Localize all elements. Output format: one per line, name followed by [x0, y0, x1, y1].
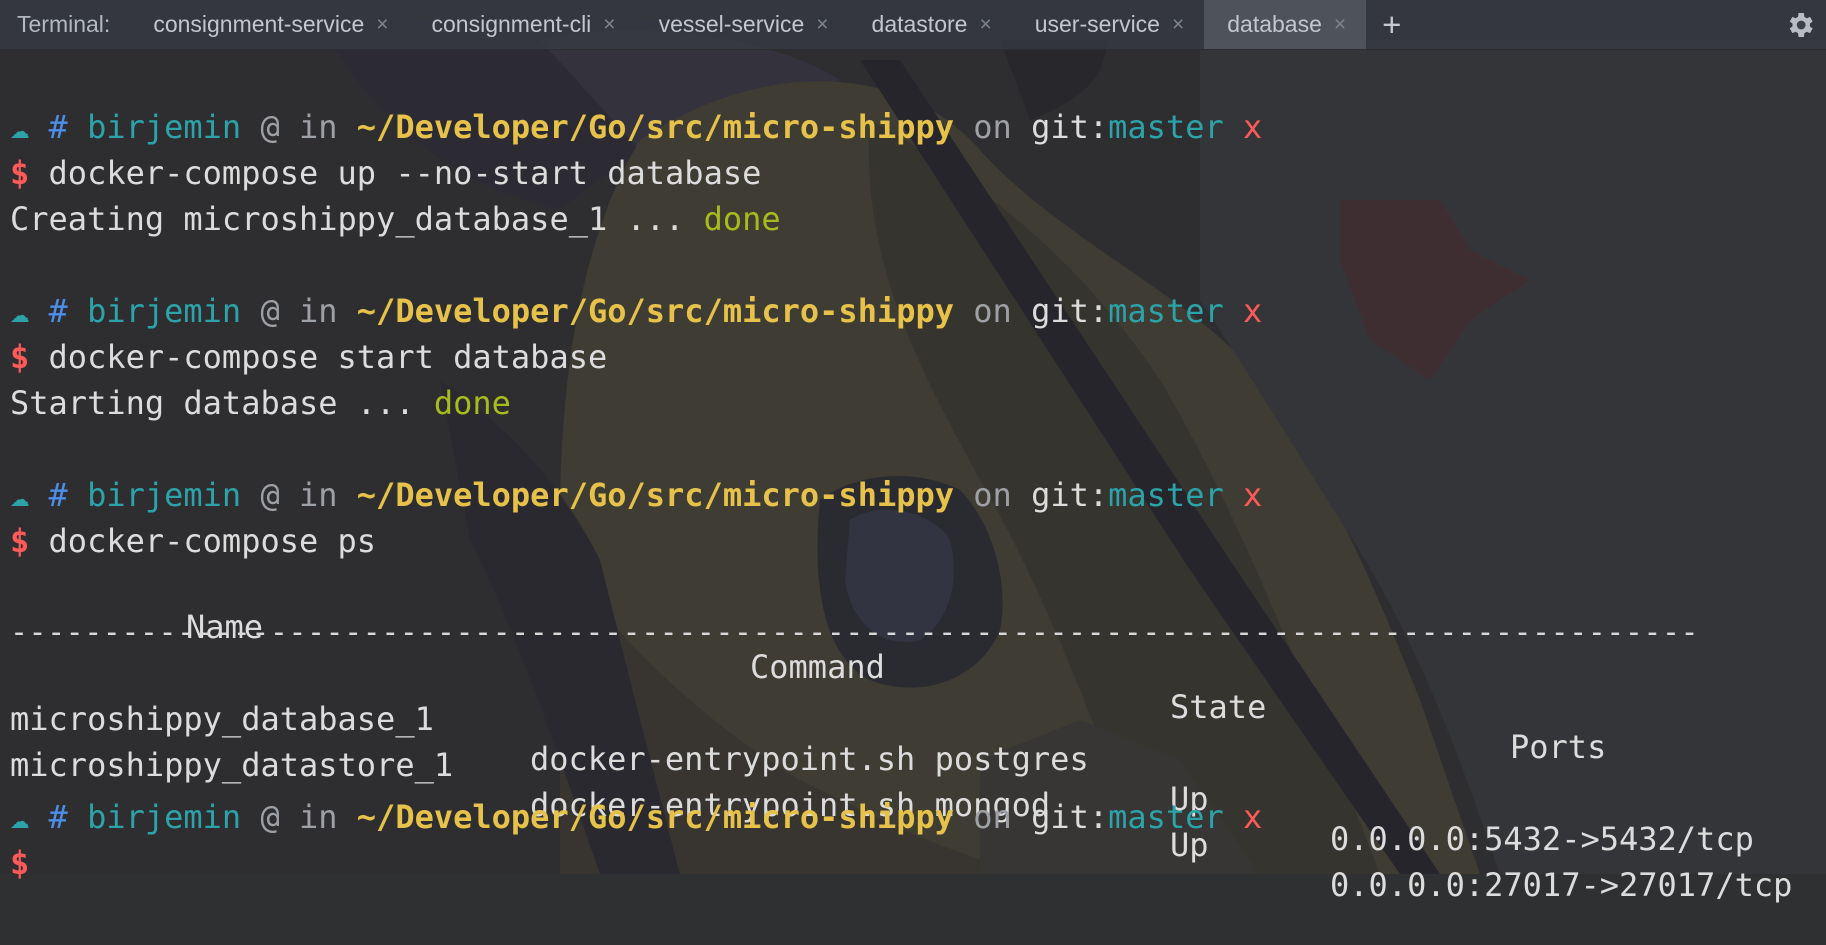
prompt-on: on	[973, 292, 1012, 330]
tab-consignment-cli[interactable]: consignment-cli ×	[409, 0, 636, 49]
command-line: $ docker-compose start database	[10, 337, 607, 377]
ps-table-separator: ----------------------------------------…	[10, 615, 1700, 650]
row-command: docker-entrypoint.sh postgres	[530, 740, 1089, 778]
close-icon[interactable]: ×	[1172, 13, 1184, 37]
prompt-user: birjemin	[87, 798, 242, 836]
output-status: done	[433, 384, 511, 422]
command-text: docker-compose start database	[48, 338, 608, 376]
terminal-tab-bar: Terminal: consignment-service × consignm…	[0, 0, 1826, 50]
prompt-git-label: git:	[1031, 798, 1109, 836]
prompt-dirty-marker: x	[1243, 476, 1263, 514]
prompt-path: ~/Developer/Go/src/micro-shippy	[356, 292, 955, 330]
row-ports: 0.0.0.0:5432->5432/tcp	[1330, 820, 1754, 858]
prompt-path: ~/Developer/Go/src/micro-shippy	[356, 476, 955, 514]
tab-database[interactable]: database ×	[1204, 0, 1367, 49]
prompt-line: ☁ # birjemin @ in ~/Developer/Go/src/mic…	[10, 107, 1262, 147]
prompt-git-label: git:	[1031, 292, 1109, 330]
prompt-dirty-marker: x	[1243, 108, 1263, 146]
plus-icon: +	[1382, 5, 1402, 43]
prompt-dirty-marker: x	[1243, 292, 1263, 330]
close-icon[interactable]: ×	[979, 13, 991, 37]
prompt-line: ☁ # birjemin @ in ~/Developer/Go/src/mic…	[10, 797, 1262, 837]
prompt-branch: master	[1108, 108, 1224, 146]
command-line: $ docker-compose up --no-start database	[10, 153, 761, 193]
prompt-branch: master	[1108, 798, 1224, 836]
prompt-on: on	[973, 476, 1012, 514]
cloud-icon: ☁	[10, 798, 30, 836]
row-name: microshippy_datastore_1	[10, 746, 454, 784]
prompt-user: birjemin	[87, 292, 242, 330]
tab-label: vessel-service	[658, 11, 805, 37]
prompt-dollar: $	[10, 154, 30, 192]
output-text: Starting database ...	[10, 384, 434, 422]
gear-icon[interactable]	[1784, 9, 1816, 41]
close-icon[interactable]: ×	[816, 13, 828, 37]
prompt-dirty-marker: x	[1243, 798, 1263, 836]
prompt-git-label: git:	[1031, 108, 1109, 146]
prompt-path: ~/Developer/Go/src/micro-shippy	[356, 108, 955, 146]
command-line[interactable]: $	[10, 843, 29, 883]
close-icon[interactable]: ×	[1334, 13, 1346, 37]
command-line: $ docker-compose ps	[10, 521, 376, 561]
tab-label: consignment-cli	[431, 11, 592, 37]
output-line: Creating microshippy_database_1 ... done	[10, 199, 781, 239]
prompt-git-label: git:	[1031, 476, 1109, 514]
prompt-at: @	[260, 292, 280, 330]
prompt-at: @	[260, 108, 280, 146]
prompt-path: ~/Developer/Go/src/micro-shippy	[356, 798, 955, 836]
prompt-in: in	[298, 108, 338, 146]
prompt-in: in	[298, 476, 338, 514]
tab-vessel-service[interactable]: vessel-service ×	[636, 0, 849, 49]
tab-consignment-service[interactable]: consignment-service ×	[130, 0, 408, 49]
output-line: Starting database ... done	[10, 383, 511, 423]
tab-datastore[interactable]: datastore ×	[849, 0, 1012, 49]
tab-label: consignment-service	[153, 11, 365, 37]
prompt-in: in	[298, 798, 338, 836]
prompt-hash: #	[48, 476, 68, 514]
prompt-branch: master	[1108, 476, 1224, 514]
output-text: Creating microshippy_database_1 ...	[10, 200, 704, 238]
terminal-output[interactable]: ☁ # birjemin @ in ~/Developer/Go/src/mic…	[0, 50, 1826, 904]
prompt-hash: #	[48, 108, 68, 146]
table-row: microshippy_datastore_1 docker-entrypoin…	[0, 705, 1826, 904]
prompt-branch: master	[1108, 292, 1224, 330]
prompt-at: @	[260, 476, 280, 514]
prompt-user: birjemin	[87, 476, 242, 514]
command-text: docker-compose ps	[48, 522, 377, 560]
cloud-icon: ☁	[10, 292, 30, 330]
cloud-icon: ☁	[10, 476, 30, 514]
prompt-on: on	[973, 798, 1012, 836]
prompt-user: birjemin	[87, 108, 242, 146]
terminal-label: Terminal:	[17, 11, 111, 37]
prompt-hash: #	[48, 292, 68, 330]
table-row: microshippy_database_1 docker-entrypoint…	[0, 659, 1826, 858]
output-status: done	[703, 200, 781, 238]
command-text: docker-compose up --no-start database	[48, 154, 762, 192]
tab-user-service[interactable]: user-service ×	[1012, 0, 1205, 49]
cloud-icon: ☁	[10, 108, 30, 146]
prompt-line: ☁ # birjemin @ in ~/Developer/Go/src/mic…	[10, 291, 1262, 331]
tab-label: user-service	[1034, 11, 1160, 37]
prompt-hash: #	[48, 798, 68, 836]
tab-label: datastore	[871, 11, 968, 37]
tab-label: database	[1227, 11, 1322, 37]
prompt-dollar: $	[10, 522, 30, 560]
ps-table-header: Name Command State Ports	[0, 567, 1826, 766]
row-ports: 0.0.0.0:27017->27017/tcp	[1330, 866, 1793, 904]
prompt-line: ☁ # birjemin @ in ~/Developer/Go/src/mic…	[10, 475, 1262, 515]
close-icon[interactable]: ×	[603, 13, 615, 37]
prompt-dollar: $	[10, 844, 30, 882]
prompt-dollar: $	[10, 338, 30, 376]
add-tab-button[interactable]: +	[1366, 0, 1419, 49]
prompt-at: @	[260, 798, 280, 836]
close-icon[interactable]: ×	[376, 13, 388, 37]
prompt-in: in	[298, 292, 338, 330]
prompt-on: on	[973, 108, 1012, 146]
